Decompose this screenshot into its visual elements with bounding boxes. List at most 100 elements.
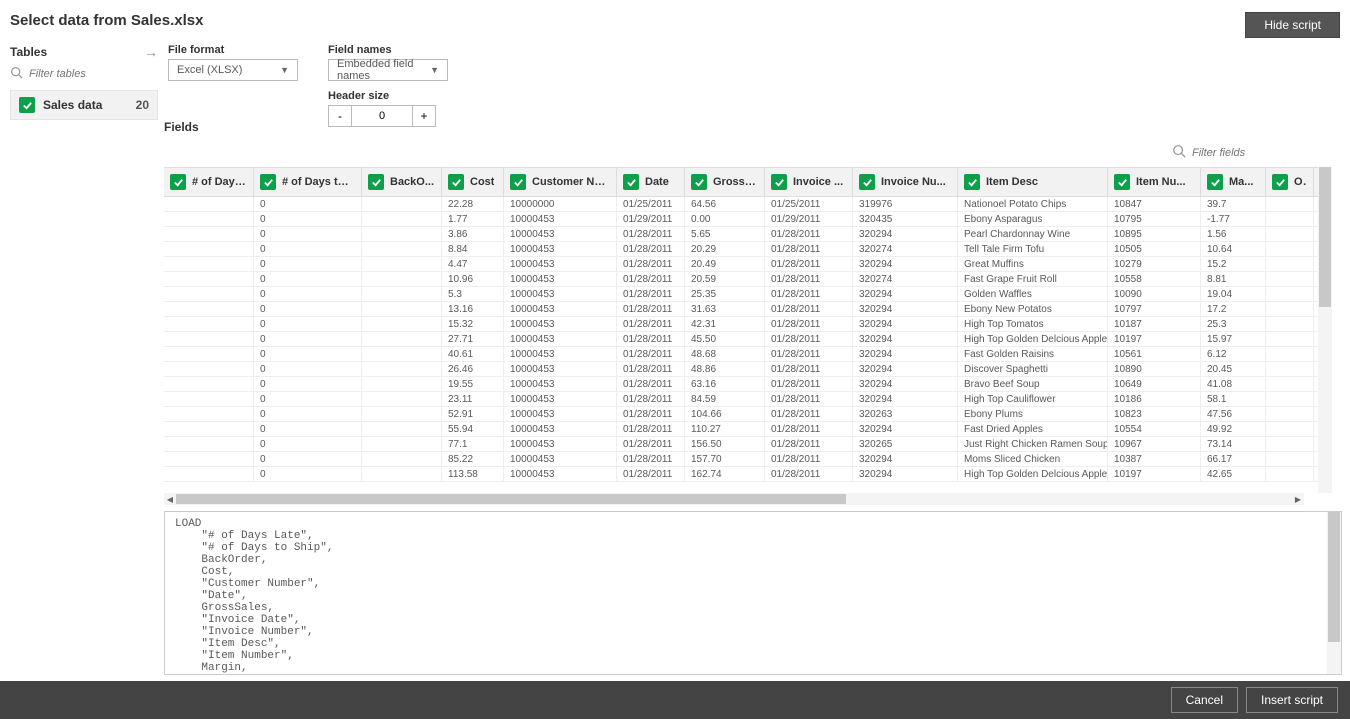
table-cell: 0	[254, 332, 362, 346]
column-header[interactable]: BackO...	[362, 168, 442, 196]
table-row[interactable]: 026.461000045301/28/201148.8601/28/20113…	[164, 362, 1318, 377]
table-row[interactable]: 08.841000045301/28/201120.2901/28/201132…	[164, 242, 1318, 257]
checkbox-icon[interactable]	[368, 174, 384, 190]
table-cell: 01/28/2011	[617, 317, 685, 331]
checkbox-icon[interactable]	[19, 97, 35, 113]
table-cell: 26.46	[442, 362, 504, 376]
horizontal-scrollbar[interactable]: ◀ ▶	[164, 493, 1304, 505]
table-cell: 0	[254, 212, 362, 226]
table-cell: 01/28/2011	[617, 422, 685, 436]
table-cell	[164, 467, 254, 481]
table-row[interactable]: 022.281000000001/25/201164.5601/25/20113…	[164, 197, 1318, 212]
table-cell: 10000000	[504, 197, 617, 211]
scroll-right-icon[interactable]: ▶	[1292, 495, 1304, 504]
column-header[interactable]: # of Days ...	[164, 168, 254, 196]
table-cell	[1266, 227, 1314, 241]
table-cell: 77.1	[442, 437, 504, 451]
field-names-select[interactable]: Embedded field names ▼	[328, 59, 448, 81]
filter-tables-input[interactable]	[29, 68, 129, 80]
table-row[interactable]: 05.31000045301/28/201125.3501/28/2011320…	[164, 287, 1318, 302]
table-cell: 10000453	[504, 467, 617, 481]
table-item-sales-data[interactable]: Sales data 20	[10, 90, 158, 120]
checkbox-icon[interactable]	[1272, 174, 1288, 190]
table-row[interactable]: 04.471000045301/28/201120.4901/28/201132…	[164, 257, 1318, 272]
table-cell: 49.92	[1201, 422, 1266, 436]
column-header[interactable]: Ma...	[1201, 168, 1266, 196]
table-cell: 45.50	[685, 332, 765, 346]
table-cell: 47.56	[1201, 407, 1266, 421]
file-format-select[interactable]: Excel (XLSX) ▼	[168, 59, 298, 81]
column-label: Customer Nu...	[532, 176, 610, 188]
table-cell: 58.1	[1201, 392, 1266, 406]
table-cell: 0	[254, 242, 362, 256]
table-cell	[362, 452, 442, 466]
table-row[interactable]: 0113.581000045301/28/2011162.7401/28/201…	[164, 467, 1318, 482]
table-cell: Just Right Chicken Ramen Soup	[958, 437, 1108, 451]
table-cell: 320274	[853, 272, 958, 286]
table-cell	[164, 392, 254, 406]
table-row[interactable]: 055.941000045301/28/2011110.2701/28/2011…	[164, 422, 1318, 437]
column-header[interactable]: Customer Nu...	[504, 168, 617, 196]
table-cell	[1266, 317, 1314, 331]
table-row[interactable]: 013.161000045301/28/201131.6301/28/20113…	[164, 302, 1318, 317]
table-cell	[1266, 362, 1314, 376]
table-row[interactable]: 085.221000045301/28/2011157.7001/28/2011…	[164, 452, 1318, 467]
column-header[interactable]: Item Desc	[958, 168, 1108, 196]
table-cell: High Top Tomatos	[958, 317, 1108, 331]
hide-script-button[interactable]: Hide script	[1245, 12, 1340, 38]
checkbox-icon[interactable]	[448, 174, 464, 190]
table-cell: 01/28/2011	[617, 437, 685, 451]
checkbox-icon[interactable]	[170, 174, 186, 190]
table-cell: 55.94	[442, 422, 504, 436]
table-row[interactable]: 040.611000045301/28/201148.6801/28/20113…	[164, 347, 1318, 362]
checkbox-icon[interactable]	[1114, 174, 1130, 190]
column-header[interactable]: Invoice ...	[765, 168, 853, 196]
column-header[interactable]: Cost	[442, 168, 504, 196]
table-cell: 19.04	[1201, 287, 1266, 301]
table-row[interactable]: 01.771000045301/29/20110.0001/29/2011320…	[164, 212, 1318, 227]
table-row[interactable]: 077.11000045301/28/2011156.5001/28/20113…	[164, 437, 1318, 452]
checkbox-icon[interactable]	[964, 174, 980, 190]
table-cell: 10000453	[504, 347, 617, 361]
table-cell: 01/28/2011	[617, 287, 685, 301]
column-header[interactable]: GrossS...	[685, 168, 765, 196]
checkbox-icon[interactable]	[771, 174, 787, 190]
table-cell: 01/28/2011	[617, 377, 685, 391]
table-cell: 10895	[1108, 227, 1201, 241]
checkbox-icon[interactable]	[1207, 174, 1223, 190]
column-label: Item Desc	[986, 176, 1038, 188]
table-cell: 8.81	[1201, 272, 1266, 286]
insert-script-button[interactable]: Insert script	[1246, 687, 1338, 713]
script-vertical-scrollbar[interactable]	[1327, 512, 1341, 674]
table-row[interactable]: 03.861000045301/28/20115.6501/28/2011320…	[164, 227, 1318, 242]
checkbox-icon[interactable]	[859, 174, 875, 190]
table-cell: 320294	[853, 287, 958, 301]
table-row[interactable]: 052.911000045301/28/2011104.6601/28/2011…	[164, 407, 1318, 422]
table-row[interactable]: 015.321000045301/28/201142.3101/28/20113…	[164, 317, 1318, 332]
checkbox-icon[interactable]	[260, 174, 276, 190]
vertical-scrollbar[interactable]	[1318, 167, 1332, 493]
table-row[interactable]: 027.711000045301/28/201145.5001/28/20113…	[164, 332, 1318, 347]
column-header[interactable]: Item Nu...	[1108, 168, 1201, 196]
scroll-left-icon[interactable]: ◀	[164, 495, 176, 504]
table-cell: 22.28	[442, 197, 504, 211]
field-names-value: Embedded field names	[337, 58, 422, 82]
column-header[interactable]: Invoice Nu...	[853, 168, 958, 196]
column-header[interactable]: # of Days to ...	[254, 168, 362, 196]
checkbox-icon[interactable]	[623, 174, 639, 190]
script-content[interactable]: LOAD "# of Days Late", "# of Days to Shi…	[165, 512, 1327, 674]
checkbox-icon[interactable]	[691, 174, 707, 190]
table-cell: 01/28/2011	[765, 467, 853, 481]
table-row[interactable]: 023.111000045301/28/201184.5901/28/20113…	[164, 392, 1318, 407]
table-cell: 15.2	[1201, 257, 1266, 271]
table-row[interactable]: 010.961000045301/28/201120.5901/28/20113…	[164, 272, 1318, 287]
column-header[interactable]: Ope...	[1266, 168, 1314, 196]
table-cell: 01/28/2011	[765, 437, 853, 451]
column-header[interactable]: Date	[617, 168, 685, 196]
table-cell: 15.32	[442, 317, 504, 331]
cancel-button[interactable]: Cancel	[1171, 687, 1238, 713]
table-row[interactable]: 019.551000045301/28/201163.1601/28/20113…	[164, 377, 1318, 392]
filter-fields-input[interactable]	[1192, 147, 1262, 159]
table-cell	[164, 227, 254, 241]
checkbox-icon[interactable]	[510, 174, 526, 190]
